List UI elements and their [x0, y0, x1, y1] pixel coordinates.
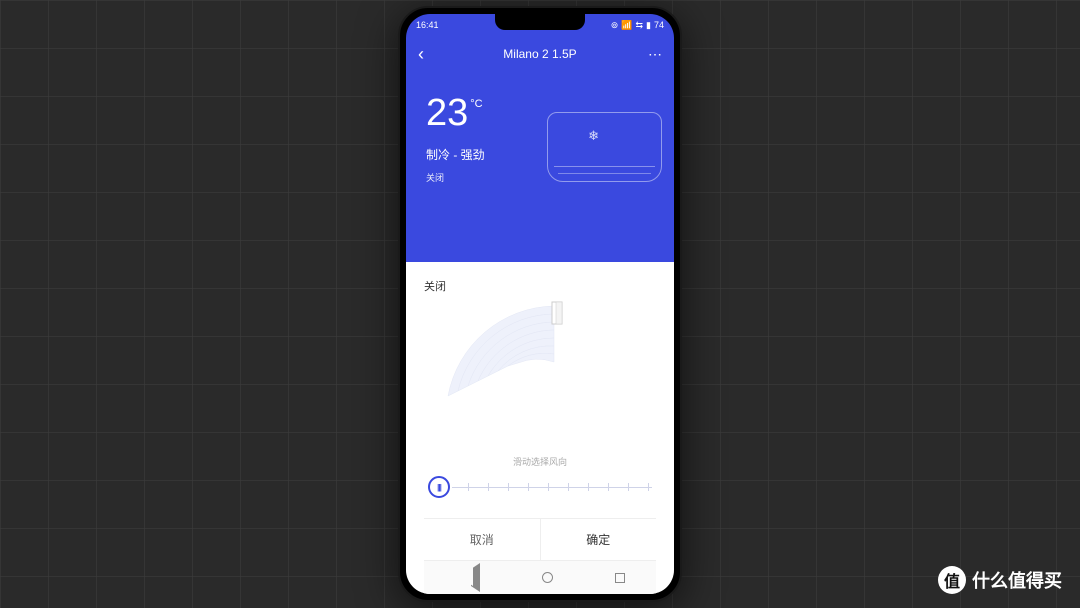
phone-screen: 16:41 ⊚ 📶 ⇆ ▮ 74 ‹ Milano 2 1.5P ⋯ 23 °C… [406, 14, 674, 594]
close-label: 关闭 [424, 278, 656, 294]
bt-icon: ⇆ [635, 20, 643, 31]
battery-level: 74 [654, 20, 664, 30]
status-time: 16:41 [416, 20, 439, 30]
fan-direction-graphic[interactable] [424, 300, 656, 455]
temperature-value: 23 [426, 94, 468, 132]
status-icons: ⊚ 📶 ⇆ ▮ 74 [611, 20, 664, 31]
slider-hint: 滑动选择风向 [424, 455, 656, 468]
signal-icon: 📶 [621, 20, 632, 31]
nav-recent-icon[interactable] [615, 573, 625, 583]
slider-knob[interactable]: ||| [428, 476, 450, 498]
watermark: 值 什么值得买 [938, 566, 1062, 594]
action-buttons: 取消 确定 [424, 518, 656, 560]
more-button[interactable]: ⋯ [648, 46, 662, 63]
nav-home-icon[interactable] [542, 572, 553, 583]
device-title: Milano 2 1.5P [406, 47, 674, 61]
cancel-button[interactable]: 取消 [424, 519, 541, 560]
ac-status-panel: 23 °C 制冷 - 强劲 关闭 ❄ [406, 72, 674, 262]
ac-unit-illustration [547, 112, 662, 182]
watermark-text: 什么值得买 [972, 567, 1062, 593]
slider-track[interactable] [452, 481, 652, 493]
confirm-button[interactable]: 确定 [541, 519, 657, 560]
temperature-unit: °C [470, 98, 482, 110]
android-nav-bar [424, 560, 656, 594]
phone-notch [495, 14, 585, 30]
nav-back-icon[interactable] [455, 569, 480, 587]
battery-icon: ▮ [646, 20, 651, 31]
wifi-icon: ⊚ [611, 20, 619, 31]
watermark-badge: 值 [938, 566, 966, 594]
phone-frame: 16:41 ⊚ 📶 ⇆ ▮ 74 ‹ Milano 2 1.5P ⋯ 23 °C… [398, 6, 682, 602]
app-header: ‹ Milano 2 1.5P ⋯ [406, 36, 674, 72]
snowflake-icon: ❄ [588, 128, 599, 144]
direction-slider[interactable]: ||| [424, 476, 656, 498]
wind-direction-panel: 关闭 滑动选择风向 [406, 262, 674, 594]
